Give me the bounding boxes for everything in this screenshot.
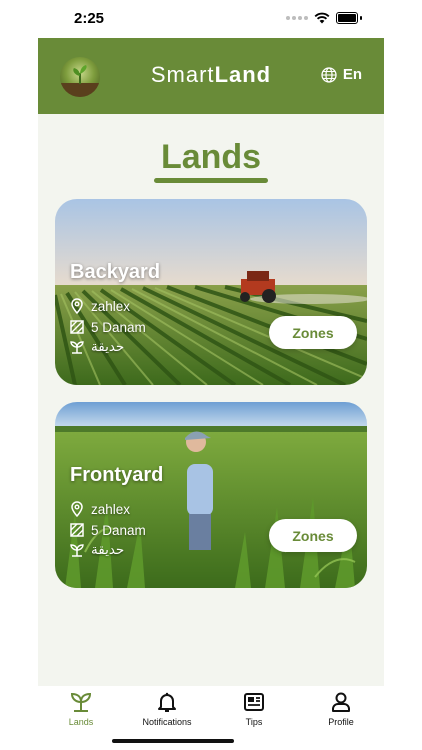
sprout-icon bbox=[70, 544, 84, 557]
bell-icon bbox=[158, 692, 176, 712]
land-type-text: حديقة bbox=[91, 542, 125, 557]
sprout-icon bbox=[70, 341, 84, 354]
land-type: حديقة bbox=[69, 542, 124, 558]
status-time: 2:25 bbox=[74, 10, 105, 27]
globe-icon bbox=[321, 66, 337, 83]
tab-profile[interactable]: Profile bbox=[301, 690, 381, 727]
land-type-text: حديقة bbox=[91, 339, 125, 354]
person-icon bbox=[332, 692, 350, 712]
status-icons bbox=[286, 12, 362, 24]
area-grid-icon bbox=[70, 523, 84, 537]
app-header: SmartLand En bbox=[38, 38, 384, 114]
land-photo bbox=[55, 402, 367, 588]
app-title-bold: Land bbox=[214, 62, 272, 87]
tab-tips[interactable]: Tips bbox=[214, 690, 294, 727]
land-location: zahlex bbox=[69, 501, 130, 517]
signal-icon bbox=[286, 16, 308, 20]
battery-icon bbox=[336, 12, 358, 24]
tab-notifications[interactable]: Notifications bbox=[127, 690, 207, 727]
tab-label: Notifications bbox=[142, 717, 192, 727]
zones-button[interactable]: Zones bbox=[269, 519, 357, 552]
land-name: Frontyard bbox=[70, 464, 164, 486]
language-label: En bbox=[342, 66, 362, 83]
land-area-text: 5 Danam bbox=[91, 319, 146, 335]
location-pin-icon bbox=[71, 501, 83, 517]
land-card-backyard[interactable]: Backyard zahlex 5 Danam حديقة Zones bbox=[55, 199, 367, 385]
area-grid-icon bbox=[70, 320, 84, 334]
land-location-text: zahlex bbox=[91, 298, 131, 314]
land-area: 5 Danam bbox=[69, 522, 146, 538]
wifi-icon bbox=[314, 12, 330, 24]
page-title: Lands bbox=[160, 138, 262, 176]
land-area-text: 5 Danam bbox=[91, 522, 146, 538]
app-title-light: Smart bbox=[150, 62, 215, 87]
location-pin-icon bbox=[71, 298, 83, 314]
zones-button[interactable]: Zones bbox=[269, 316, 357, 349]
status-bar: 2:25 bbox=[38, 0, 384, 38]
land-location: zahlex bbox=[69, 298, 130, 314]
land-area: 5 Danam bbox=[69, 319, 146, 335]
home-indicator[interactable] bbox=[112, 739, 234, 743]
plant-icon bbox=[70, 692, 92, 712]
tab-label: Profile bbox=[328, 717, 354, 727]
tab-label: Lands bbox=[68, 717, 94, 727]
land-type: حديقة bbox=[69, 339, 124, 355]
land-location-text: zahlex bbox=[91, 501, 131, 517]
app-screen: 2:25 SmartLand En Lands Backyard zahlex … bbox=[38, 0, 384, 750]
language-switcher[interactable]: En bbox=[321, 66, 362, 83]
land-photo bbox=[55, 199, 367, 385]
title-underline bbox=[154, 178, 268, 183]
land-card-frontyard[interactable]: Frontyard zahlex 5 Danam حديقة Zones bbox=[55, 402, 367, 588]
newspaper-icon bbox=[244, 693, 264, 711]
tab-lands[interactable]: Lands bbox=[41, 690, 121, 727]
land-name: Backyard bbox=[70, 261, 161, 283]
tab-label: Tips bbox=[245, 717, 263, 727]
